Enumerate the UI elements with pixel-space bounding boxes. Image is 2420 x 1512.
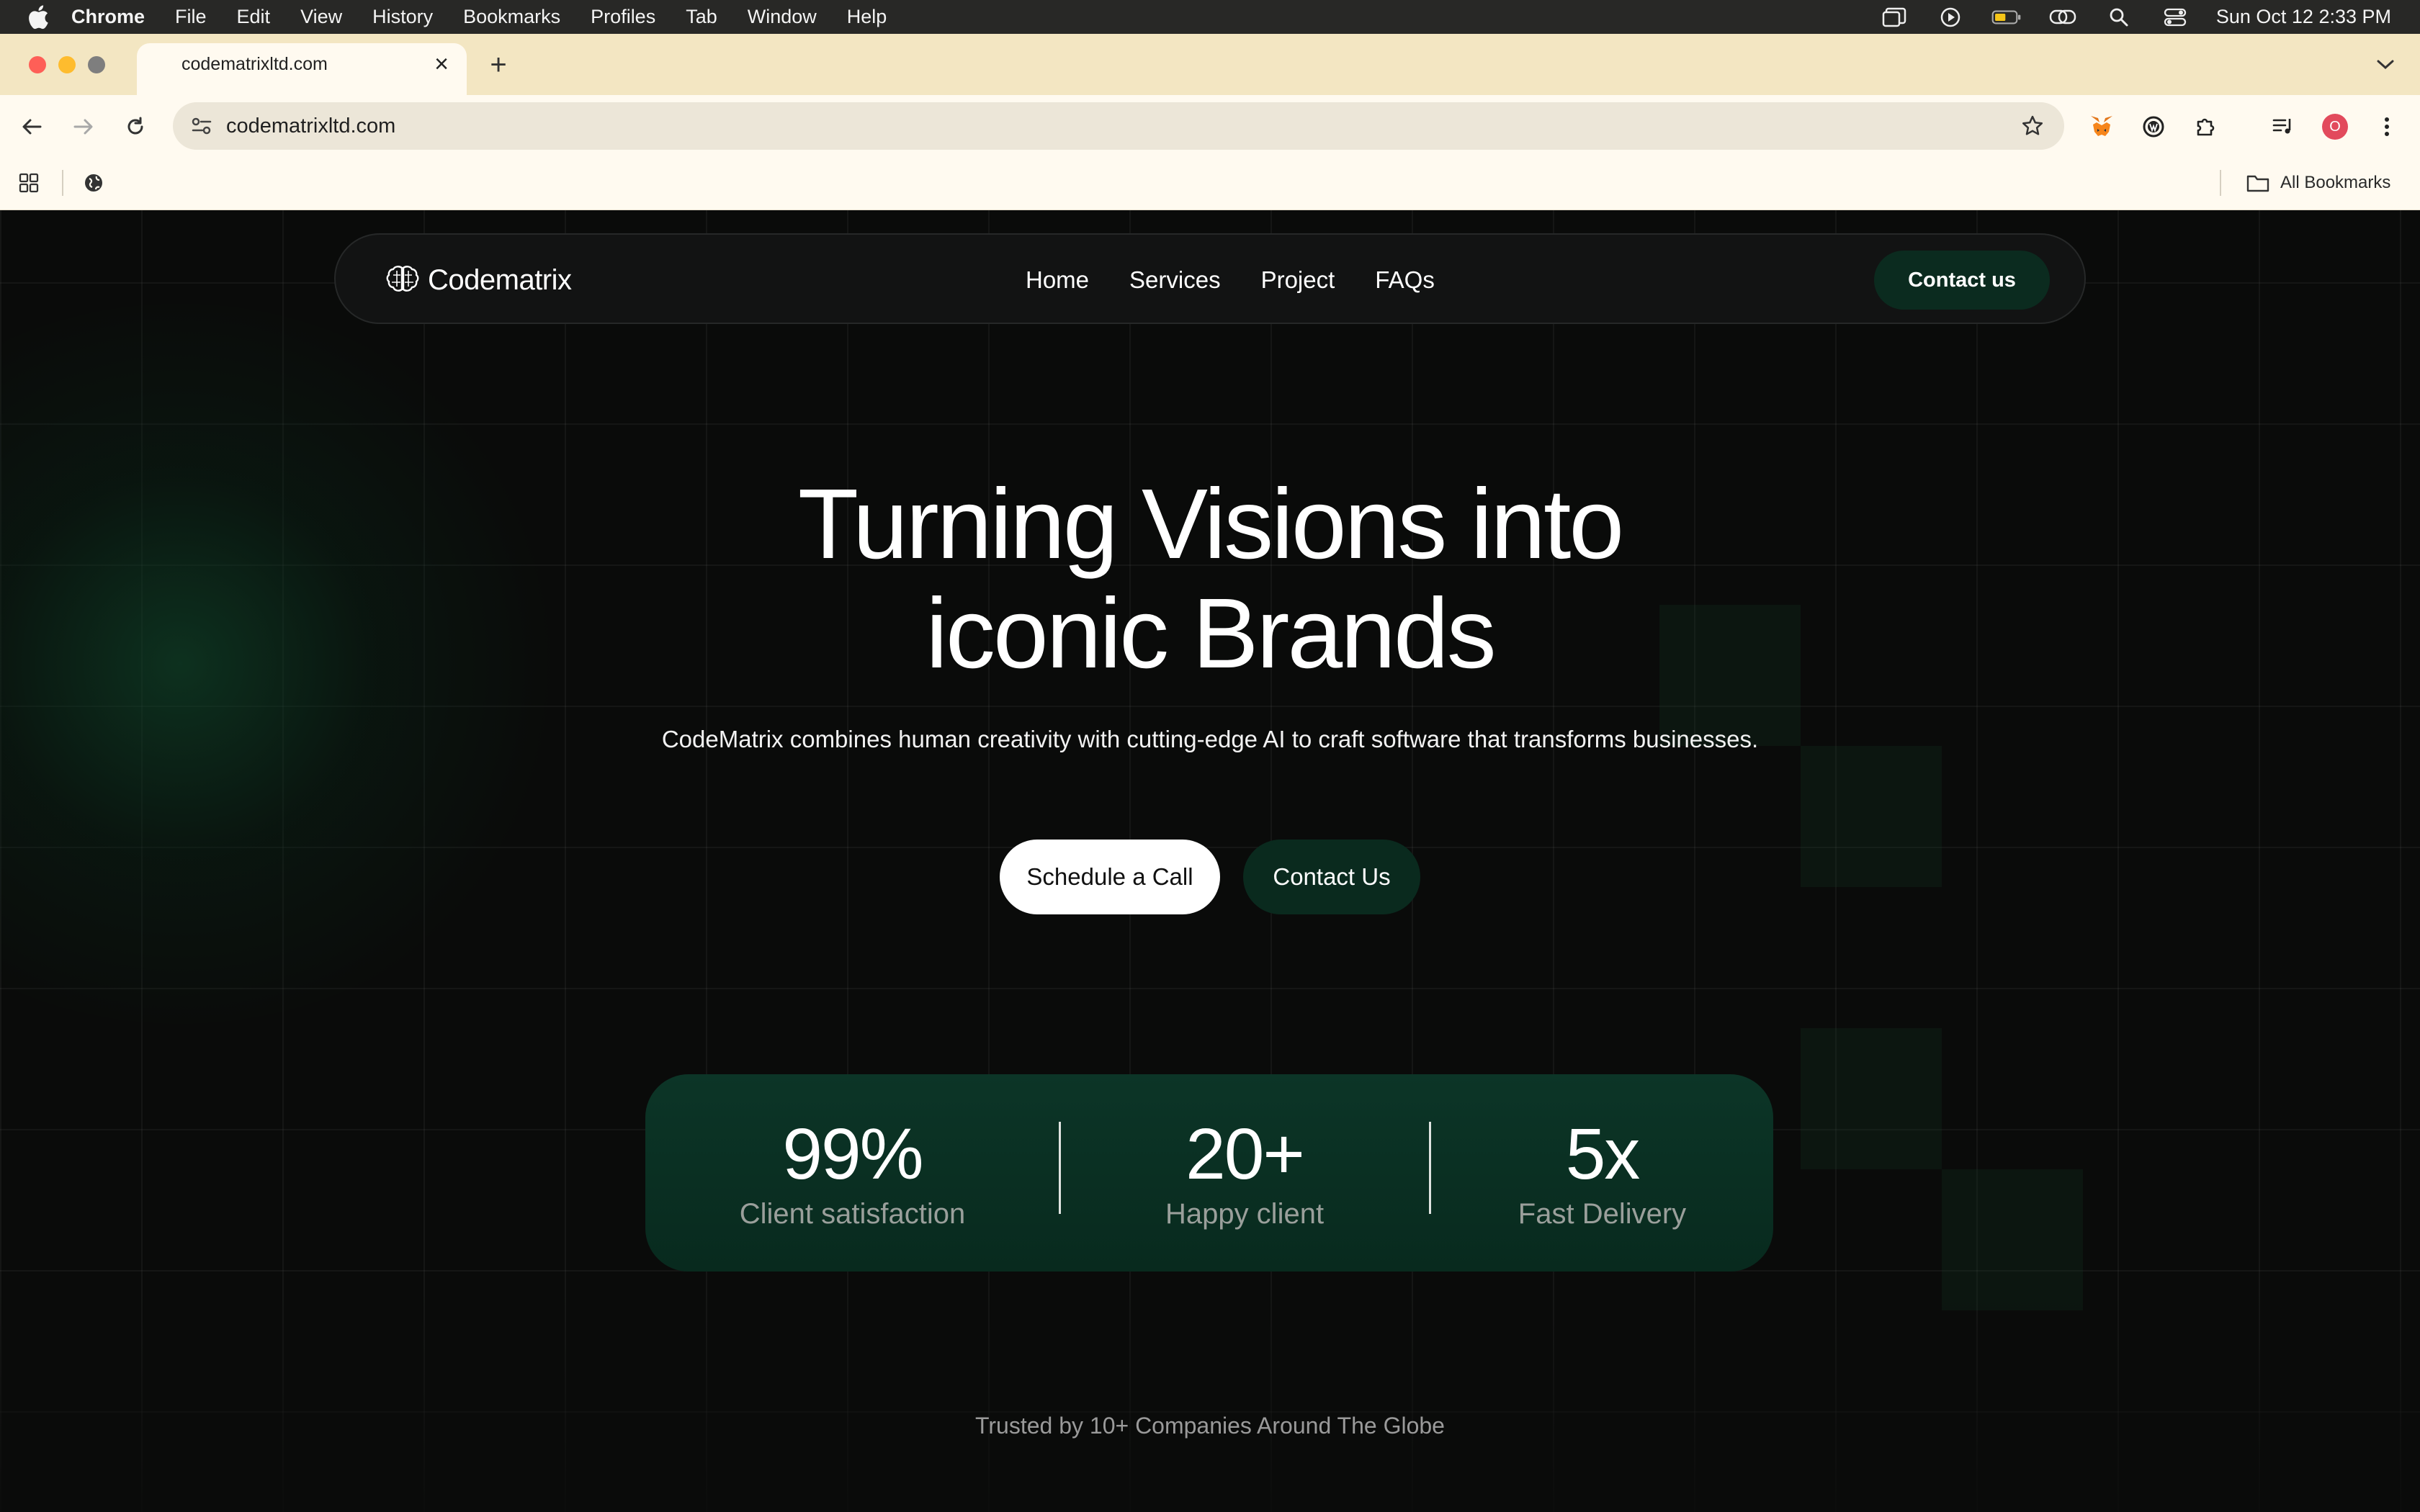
site-logo[interactable]: Codematrix (386, 235, 572, 325)
stat-label: Client satisfaction (739, 1198, 966, 1230)
hero-headline-line-1: Turning Visions into (797, 469, 1624, 580)
menu-help[interactable]: Help (832, 0, 902, 34)
reload-icon[interactable] (120, 111, 151, 143)
apps-grid-icon[interactable] (13, 167, 45, 199)
stat-value: 20+ (1186, 1114, 1305, 1194)
logo-wordmark: Codematrix (428, 264, 572, 296)
browser-tab-active[interactable]: codematrixltd.com × (137, 43, 467, 95)
search-icon[interactable] (2104, 6, 2134, 28)
menu-view[interactable]: View (285, 0, 357, 34)
address-bar[interactable]: codematrixltd.com (173, 102, 2064, 150)
brain-logo-icon (386, 266, 419, 292)
contact-us-button[interactable]: Contact Us (1243, 840, 1420, 914)
stat-happy-client: 20+ Happy client (1061, 1074, 1428, 1272)
menu-window[interactable]: Window (732, 0, 832, 34)
window-close-button[interactable] (29, 56, 46, 73)
nav-faqs[interactable]: FAQs (1375, 266, 1435, 294)
wordpress-extension-icon[interactable] (2138, 111, 2169, 143)
hero-subheadline: CodeMatrix combines human creativity wit… (661, 726, 1759, 752)
hero-headline: Turning Visions into iconic Brands (0, 469, 2420, 688)
all-bookmarks-label: All Bookmarks (2280, 173, 2391, 192)
tab-title: codematrixltd.com (182, 54, 328, 74)
screen-mirroring-icon[interactable] (2048, 6, 2078, 28)
menu-edit[interactable]: Edit (222, 0, 286, 34)
bookmarks-bar (0, 158, 2420, 210)
menu-bookmarks[interactable]: Bookmarks (448, 0, 575, 34)
all-bookmarks-button[interactable]: All Bookmarks (2246, 167, 2390, 199)
stats-panel: 99% Client satisfaction 20+ Happy client… (645, 1074, 1773, 1272)
window-zoom-button[interactable] (88, 56, 105, 73)
media-controls-icon[interactable] (2267, 111, 2299, 143)
nav-contact-button[interactable]: Contact us (1874, 251, 2050, 310)
tab-search-chevron-icon[interactable] (2371, 50, 2400, 79)
stage-manager-icon[interactable] (1879, 6, 1909, 28)
extensions-puzzle-icon[interactable] (2190, 111, 2221, 143)
nav-home[interactable]: Home (1026, 266, 1089, 294)
tab-close-icon[interactable]: × (431, 50, 452, 78)
menu-app-name[interactable]: Chrome (56, 0, 160, 34)
grid-highlight-cell (1942, 1169, 2083, 1310)
menu-clock[interactable]: Sun Oct 12 2:33 PM (2216, 6, 2391, 28)
bookmarks-separator-right (2220, 170, 2221, 196)
schedule-call-button[interactable]: Schedule a Call (1000, 840, 1220, 914)
nav-project[interactable]: Project (1261, 266, 1335, 294)
window-minimize-button[interactable] (58, 56, 76, 73)
background-fade (0, 1290, 2420, 1512)
site-navbar: Codematrix Home Services Project FAQs Co… (334, 233, 2086, 324)
menu-profiles[interactable]: Profiles (575, 0, 671, 34)
nav-links: Home Services Project FAQs (1026, 235, 1435, 325)
url-text[interactable]: codematrixltd.com (226, 102, 395, 150)
profile-avatar[interactable]: O (2319, 111, 2351, 143)
stat-fast-delivery: 5x Fast Delivery (1431, 1074, 1773, 1272)
nav-services[interactable]: Services (1129, 266, 1221, 294)
web-page: Codematrix Home Services Project FAQs Co… (0, 210, 2420, 1512)
new-tab-button[interactable]: + (484, 49, 513, 81)
hero-headline-line-2: iconic Brands (926, 578, 1496, 689)
battery-icon[interactable] (1991, 6, 2022, 28)
control-center-icon[interactable] (2160, 6, 2190, 28)
bookmark-star-icon[interactable] (2017, 110, 2048, 142)
metamask-fox-icon[interactable] (2086, 111, 2118, 143)
menu-tab[interactable]: Tab (671, 0, 732, 34)
stat-value: 5x (1565, 1114, 1641, 1194)
site-info-icon[interactable] (186, 110, 218, 142)
apple-logo-icon[interactable] (20, 0, 56, 34)
stat-label: Fast Delivery (1518, 1198, 1687, 1230)
chrome-menu-icon[interactable] (2371, 111, 2403, 143)
trusted-by-text: Trusted by 10+ Companies Around The Glob… (975, 1413, 1445, 1439)
bookmarks-separator (62, 170, 63, 196)
forward-arrow-icon[interactable] (68, 111, 99, 143)
grid-highlight-cell (1801, 1028, 1942, 1169)
menu-history[interactable]: History (357, 0, 448, 34)
menu-file[interactable]: File (160, 0, 222, 34)
grid-highlight-cell (1801, 746, 1942, 887)
back-arrow-icon[interactable] (16, 111, 48, 143)
macos-menu-bar: Chrome File Edit View History Bookmarks … (0, 0, 2420, 34)
folder-icon (2246, 175, 2269, 192)
globe-bookmark-icon[interactable] (78, 167, 109, 199)
profile-initial: O (2329, 119, 2341, 135)
stat-client-satisfaction: 99% Client satisfaction (645, 1074, 1059, 1272)
stat-value: 99% (782, 1114, 923, 1194)
stat-label: Happy client (1165, 1198, 1325, 1230)
play-circle-icon[interactable] (1935, 6, 1966, 28)
